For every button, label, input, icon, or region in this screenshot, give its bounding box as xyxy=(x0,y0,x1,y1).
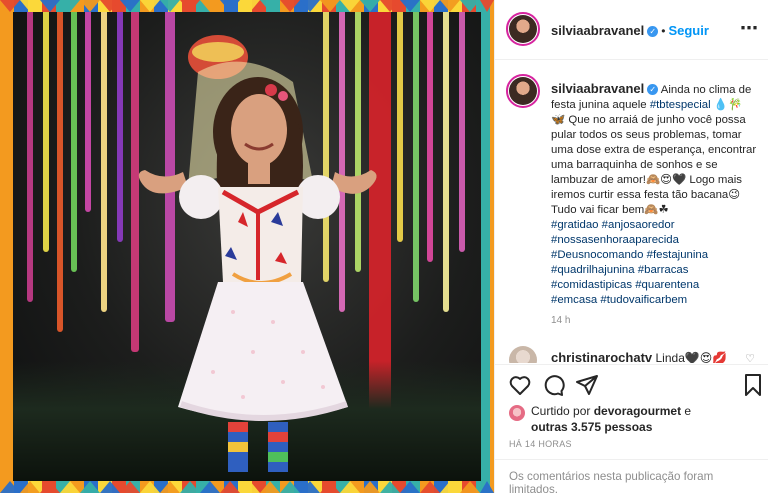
likes-count-link[interactable]: outras 3.575 pessoas xyxy=(531,420,652,434)
caption-author-avatar[interactable] xyxy=(506,74,540,108)
hashtag-link[interactable]: #tbtespecial xyxy=(650,99,711,111)
hashtag-link[interactable]: #festajunina xyxy=(647,249,708,261)
post-side-panel: silviaabravanel ✓ • Seguir ⋯ silviaabravane… xyxy=(494,0,768,493)
liked-mid: e xyxy=(684,404,692,418)
commenter-avatar[interactable] xyxy=(509,346,537,363)
post-timestamp[interactable]: HÁ 14 HORAS xyxy=(509,439,572,449)
caption-body: 💧🎋 🦋 Que no arraiá de junho você possa p… xyxy=(551,99,757,216)
post-header: silviaabravanel ✓ • Seguir ⋯ xyxy=(495,0,768,60)
comment-bubble-icon[interactable] xyxy=(541,373,565,397)
verified-badge-icon: ✓ xyxy=(647,84,659,95)
post-caption: silviaabravanel ✓ Ainda no clima de festa… xyxy=(551,81,759,308)
save-bookmark-icon[interactable] xyxy=(741,373,765,397)
caption-timestamp[interactable]: 14 h xyxy=(551,315,570,326)
hashtag-link[interactable]: #comidastipicas xyxy=(551,279,632,291)
woman-in-junina-dress xyxy=(138,35,377,472)
author-row: silviaabravanel ✓ • Seguir xyxy=(551,22,709,40)
comment-like-icon[interactable]: ♡ xyxy=(745,352,755,363)
hashtag-link[interactable]: #anjosaoredor xyxy=(602,219,675,231)
liker-avatar[interactable] xyxy=(509,405,525,421)
post-photo[interactable] xyxy=(0,0,494,493)
hashtag-link[interactable]: #barracas xyxy=(638,264,689,276)
photo-scene xyxy=(13,12,481,481)
hashtag-link[interactable]: #gratidao xyxy=(551,219,599,231)
caption-username[interactable]: silviaabravanel xyxy=(551,81,644,96)
liker-username[interactable]: devoragourmet xyxy=(594,404,681,418)
follow-button[interactable]: Seguir xyxy=(668,23,708,38)
comments-area[interactable]: silviaabravanel ✓ Ainda no clima de festa… xyxy=(495,61,768,363)
hashtag-link[interactable]: #tudovaificarbem xyxy=(600,294,687,306)
separator-dot: • xyxy=(661,24,666,38)
hashtag-link[interactable]: #emcasa xyxy=(551,294,597,306)
likes-text: Curtido por devoragourmet e outras 3.575… xyxy=(531,403,759,435)
hashtag-link[interactable]: #quadrilhajunina xyxy=(551,264,635,276)
hashtag-link[interactable]: #nossasenhoraaparecida xyxy=(551,234,679,246)
commenter-username[interactable]: christinarochatv xyxy=(551,350,652,363)
like-heart-icon[interactable] xyxy=(508,373,532,397)
more-options-icon[interactable]: ⋯ xyxy=(740,18,759,39)
comments-limited-notice: Os comentários nesta publicação foram li… xyxy=(495,459,768,493)
post-actions: Curtido por devoragourmet e outras 3.575… xyxy=(495,364,768,493)
comment-text: Linda🖤😍💋 xyxy=(655,351,728,363)
author-avatar[interactable] xyxy=(506,12,540,46)
comment-text-row: christinarochatv Linda🖤😍💋 xyxy=(551,350,727,363)
verified-badge-icon: ✓ xyxy=(647,26,659,37)
liked-prefix: Curtido por xyxy=(531,404,591,418)
author-username[interactable]: silviaabravanel xyxy=(551,23,644,38)
share-send-icon[interactable] xyxy=(575,373,599,397)
hashtag-link[interactable]: #quarentena xyxy=(635,279,699,291)
hashtag-link[interactable]: #Deusnocomando xyxy=(551,249,643,261)
